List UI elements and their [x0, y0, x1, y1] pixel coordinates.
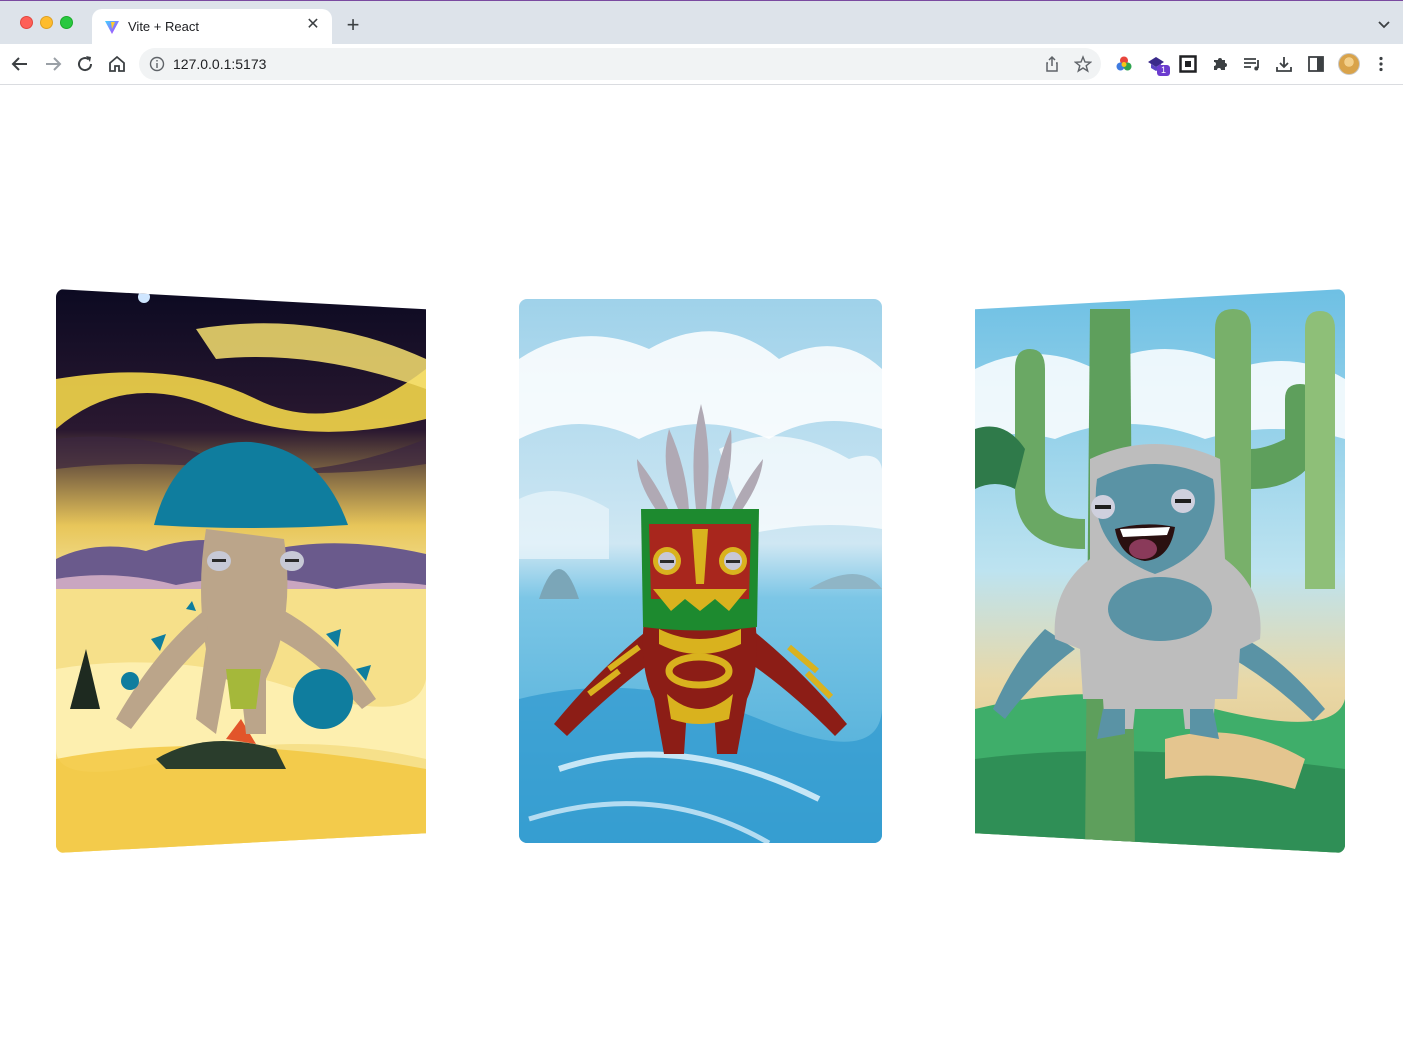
side-panel-icon[interactable]	[1306, 54, 1326, 74]
media-queue-icon[interactable]	[1242, 54, 1262, 74]
extension-badge: 1	[1157, 65, 1170, 76]
puzzle-icon[interactable]	[1210, 54, 1230, 74]
arrow-right-icon[interactable]	[43, 54, 63, 74]
minimize-window-button[interactable]	[40, 16, 53, 29]
reload-icon[interactable]	[75, 54, 95, 74]
kebab-menu-icon[interactable]	[1371, 54, 1391, 74]
vite-logo-icon	[105, 21, 119, 34]
character-card-mushroom[interactable]	[56, 289, 426, 853]
chevron-down-icon[interactable]	[1377, 17, 1391, 31]
character-card-tiki[interactable]	[519, 299, 882, 843]
zoom-window-button[interactable]	[60, 16, 73, 29]
url-text[interactable]: 127.0.0.1:5173	[173, 56, 266, 72]
yeti-card-illustration	[975, 289, 1345, 853]
arrow-left-icon[interactable]	[10, 54, 30, 74]
download-icon[interactable]	[1274, 54, 1294, 74]
tiki-card-illustration	[519, 299, 882, 843]
home-icon[interactable]	[107, 54, 127, 74]
star-icon[interactable]	[1074, 55, 1092, 73]
avatar[interactable]	[1338, 53, 1360, 75]
character-card-yeti[interactable]	[975, 289, 1345, 853]
browser-toolbar: 127.0.0.1:5173 1	[0, 44, 1403, 85]
info-icon[interactable]	[149, 56, 165, 72]
page-viewport	[0, 86, 1403, 1056]
share-icon[interactable]	[1043, 55, 1061, 73]
close-window-button[interactable]	[20, 16, 33, 29]
mushroom-card-illustration	[56, 289, 426, 853]
tab-strip: Vite + React ✕ +	[0, 0, 1403, 45]
plus-icon[interactable]: +	[343, 14, 363, 36]
close-icon[interactable]: ✕	[304, 16, 322, 34]
color-wheel-icon[interactable]	[1114, 54, 1134, 74]
active-tab[interactable]: Vite + React ✕	[92, 9, 332, 45]
address-bar[interactable]: 127.0.0.1:5173	[139, 48, 1101, 80]
frame-extension-icon[interactable]	[1178, 54, 1198, 74]
tab-title: Vite + React	[128, 19, 199, 34]
